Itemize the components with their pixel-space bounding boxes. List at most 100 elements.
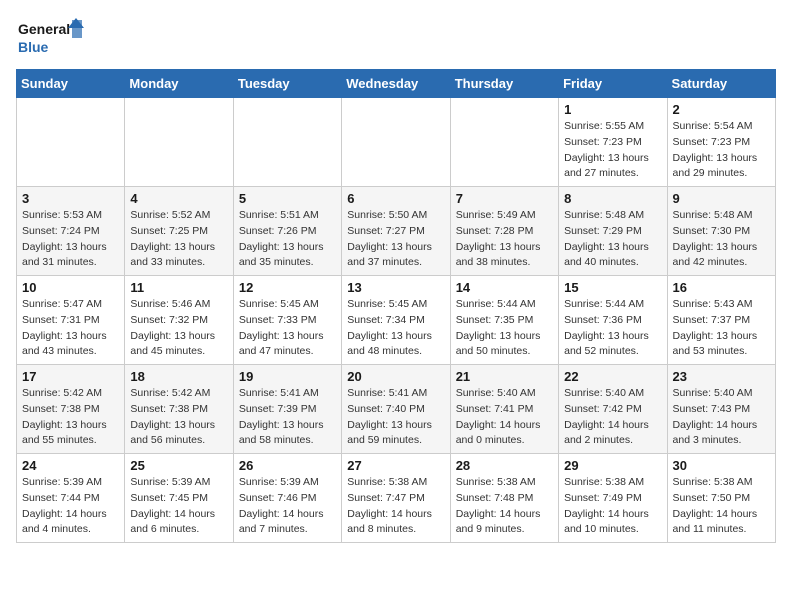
day-info: Sunrise: 5:41 AMSunset: 7:39 PMDaylight:… [239, 386, 336, 449]
weekday-header-tuesday: Tuesday [233, 70, 341, 98]
day-info: Sunrise: 5:55 AMSunset: 7:23 PMDaylight:… [564, 119, 661, 182]
calendar-cell: 13 Sunrise: 5:45 AMSunset: 7:34 PMDayligh… [342, 276, 450, 365]
logo: General Blue [16, 16, 86, 61]
day-number: 30 [673, 458, 770, 473]
day-info: Sunrise: 5:40 AMSunset: 7:41 PMDaylight:… [456, 386, 553, 449]
day-info: Sunrise: 5:47 AMSunset: 7:31 PMDaylight:… [22, 297, 119, 360]
day-number: 18 [130, 369, 227, 384]
calendar-cell: 30 Sunrise: 5:38 AMSunset: 7:50 PMDayligh… [667, 454, 775, 543]
day-info: Sunrise: 5:43 AMSunset: 7:37 PMDaylight:… [673, 297, 770, 360]
calendar-cell: 1 Sunrise: 5:55 AMSunset: 7:23 PMDaylight… [559, 98, 667, 187]
weekday-header-friday: Friday [559, 70, 667, 98]
day-info: Sunrise: 5:45 AMSunset: 7:34 PMDaylight:… [347, 297, 444, 360]
weekday-header-thursday: Thursday [450, 70, 558, 98]
calendar-cell: 11 Sunrise: 5:46 AMSunset: 7:32 PMDayligh… [125, 276, 233, 365]
calendar-week-1: 1 Sunrise: 5:55 AMSunset: 7:23 PMDaylight… [17, 98, 776, 187]
day-number: 15 [564, 280, 661, 295]
day-number: 25 [130, 458, 227, 473]
calendar-cell: 18 Sunrise: 5:42 AMSunset: 7:38 PMDayligh… [125, 365, 233, 454]
weekday-header-monday: Monday [125, 70, 233, 98]
day-number: 7 [456, 191, 553, 206]
calendar-cell: 15 Sunrise: 5:44 AMSunset: 7:36 PMDayligh… [559, 276, 667, 365]
day-number: 27 [347, 458, 444, 473]
day-number: 21 [456, 369, 553, 384]
day-number: 9 [673, 191, 770, 206]
day-number: 16 [673, 280, 770, 295]
calendar-cell: 16 Sunrise: 5:43 AMSunset: 7:37 PMDayligh… [667, 276, 775, 365]
day-info: Sunrise: 5:41 AMSunset: 7:40 PMDaylight:… [347, 386, 444, 449]
calendar-cell: 3 Sunrise: 5:53 AMSunset: 7:24 PMDaylight… [17, 187, 125, 276]
day-info: Sunrise: 5:51 AMSunset: 7:26 PMDaylight:… [239, 208, 336, 271]
calendar-cell: 19 Sunrise: 5:41 AMSunset: 7:39 PMDayligh… [233, 365, 341, 454]
day-info: Sunrise: 5:44 AMSunset: 7:35 PMDaylight:… [456, 297, 553, 360]
calendar-week-4: 17Sunrise: 5:42 AMSunset: 7:38 PMDayligh… [17, 365, 776, 454]
day-number: 24 [22, 458, 119, 473]
weekday-header-sunday: Sunday [17, 70, 125, 98]
day-info: Sunrise: 5:48 AMSunset: 7:30 PMDaylight:… [673, 208, 770, 271]
day-info: Sunrise: 5:53 AMSunset: 7:24 PMDaylight:… [22, 208, 119, 271]
day-number: 11 [130, 280, 227, 295]
day-info: Sunrise: 5:38 AMSunset: 7:50 PMDaylight:… [673, 475, 770, 538]
day-info: Sunrise: 5:54 AMSunset: 7:23 PMDaylight:… [673, 119, 770, 182]
day-number: 6 [347, 191, 444, 206]
calendar-cell: 23Sunrise: 5:40 AMSunset: 7:43 PMDayligh… [667, 365, 775, 454]
day-info: Sunrise: 5:45 AMSunset: 7:33 PMDaylight:… [239, 297, 336, 360]
calendar-cell [233, 98, 341, 187]
calendar-cell: 10 Sunrise: 5:47 AMSunset: 7:31 PMDayligh… [17, 276, 125, 365]
weekday-header-row: SundayMondayTuesdayWednesdayThursdayFrid… [17, 70, 776, 98]
calendar-cell: 12Sunrise: 5:45 AMSunset: 7:33 PMDayligh… [233, 276, 341, 365]
page-header: General Blue [16, 16, 776, 61]
day-number: 10 [22, 280, 119, 295]
day-info: Sunrise: 5:42 AMSunset: 7:38 PMDaylight:… [22, 386, 119, 449]
day-number: 19 [239, 369, 336, 384]
calendar-cell [17, 98, 125, 187]
calendar-cell: 20 Sunrise: 5:41 AMSunset: 7:40 PMDayligh… [342, 365, 450, 454]
day-info: Sunrise: 5:52 AMSunset: 7:25 PMDaylight:… [130, 208, 227, 271]
day-number: 26 [239, 458, 336, 473]
calendar-cell: 21 Sunrise: 5:40 AMSunset: 7:41 PMDayligh… [450, 365, 558, 454]
calendar-cell: 5 Sunrise: 5:51 AMSunset: 7:26 PMDaylight… [233, 187, 341, 276]
calendar-week-2: 3 Sunrise: 5:53 AMSunset: 7:24 PMDaylight… [17, 187, 776, 276]
day-info: Sunrise: 5:46 AMSunset: 7:32 PMDaylight:… [130, 297, 227, 360]
day-number: 5 [239, 191, 336, 206]
day-info: Sunrise: 5:38 AMSunset: 7:47 PMDaylight:… [347, 475, 444, 538]
calendar-cell: 2 Sunrise: 5:54 AMSunset: 7:23 PMDaylight… [667, 98, 775, 187]
calendar-cell: 4 Sunrise: 5:52 AMSunset: 7:25 PMDaylight… [125, 187, 233, 276]
weekday-header-wednesday: Wednesday [342, 70, 450, 98]
day-number: 4 [130, 191, 227, 206]
calendar-table: SundayMondayTuesdayWednesdayThursdayFrid… [16, 69, 776, 543]
day-number: 14 [456, 280, 553, 295]
calendar-cell [450, 98, 558, 187]
day-number: 8 [564, 191, 661, 206]
logo-svg: General Blue [16, 16, 86, 61]
calendar-cell: 22Sunrise: 5:40 AMSunset: 7:42 PMDayligh… [559, 365, 667, 454]
day-number: 2 [673, 102, 770, 117]
day-number: 20 [347, 369, 444, 384]
calendar-cell: 29Sunrise: 5:38 AMSunset: 7:49 PMDayligh… [559, 454, 667, 543]
calendar-cell: 9 Sunrise: 5:48 AMSunset: 7:30 PMDaylight… [667, 187, 775, 276]
day-number: 13 [347, 280, 444, 295]
calendar-cell: 24 Sunrise: 5:39 AMSunset: 7:44 PMDayligh… [17, 454, 125, 543]
calendar-cell: 17Sunrise: 5:42 AMSunset: 7:38 PMDayligh… [17, 365, 125, 454]
day-number: 29 [564, 458, 661, 473]
calendar-cell: 26Sunrise: 5:39 AMSunset: 7:46 PMDayligh… [233, 454, 341, 543]
day-info: Sunrise: 5:38 AMSunset: 7:48 PMDaylight:… [456, 475, 553, 538]
calendar-cell: 14 Sunrise: 5:44 AMSunset: 7:35 PMDayligh… [450, 276, 558, 365]
day-info: Sunrise: 5:40 AMSunset: 7:42 PMDaylight:… [564, 386, 661, 449]
calendar-cell: 28 Sunrise: 5:38 AMSunset: 7:48 PMDayligh… [450, 454, 558, 543]
calendar-cell [342, 98, 450, 187]
day-number: 1 [564, 102, 661, 117]
day-info: Sunrise: 5:50 AMSunset: 7:27 PMDaylight:… [347, 208, 444, 271]
svg-text:Blue: Blue [18, 39, 49, 55]
day-info: Sunrise: 5:40 AMSunset: 7:43 PMDaylight:… [673, 386, 770, 449]
day-info: Sunrise: 5:49 AMSunset: 7:28 PMDaylight:… [456, 208, 553, 271]
day-info: Sunrise: 5:42 AMSunset: 7:38 PMDaylight:… [130, 386, 227, 449]
day-number: 28 [456, 458, 553, 473]
calendar-cell [125, 98, 233, 187]
weekday-header-saturday: Saturday [667, 70, 775, 98]
calendar-cell: 27 Sunrise: 5:38 AMSunset: 7:47 PMDayligh… [342, 454, 450, 543]
svg-text:General: General [18, 21, 70, 37]
day-info: Sunrise: 5:39 AMSunset: 7:44 PMDaylight:… [22, 475, 119, 538]
day-number: 3 [22, 191, 119, 206]
day-info: Sunrise: 5:44 AMSunset: 7:36 PMDaylight:… [564, 297, 661, 360]
